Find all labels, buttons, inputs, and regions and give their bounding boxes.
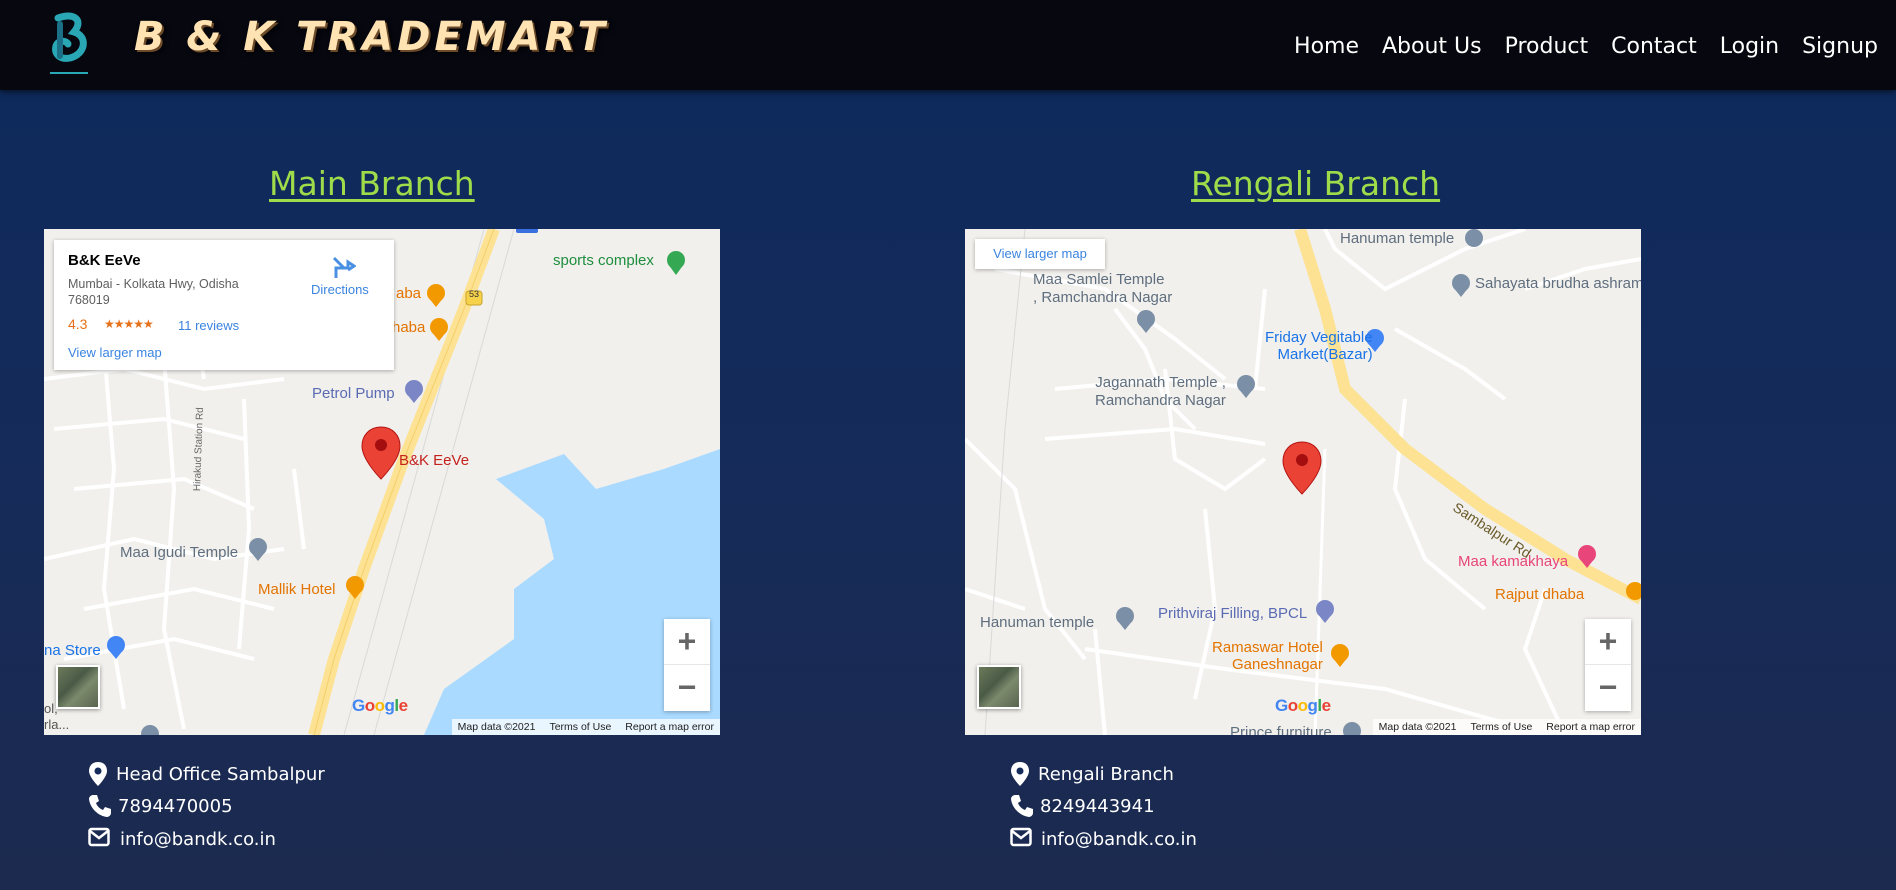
nav-product[interactable]: Product bbox=[1505, 34, 1589, 59]
nav-signup[interactable]: Signup bbox=[1802, 34, 1878, 59]
map-footer: Map data ©2021 Terms of Use Report a map… bbox=[451, 719, 720, 735]
report-error-link[interactable]: Report a map error bbox=[1546, 719, 1635, 735]
map-footer: Map data ©2021 Terms of Use Report a map… bbox=[1372, 719, 1641, 735]
map-label: Prithviraj Filling, BPCL bbox=[1158, 605, 1308, 622]
map-label: aba bbox=[396, 285, 422, 302]
directions-link[interactable]: Directions bbox=[311, 282, 369, 297]
view-larger-map-link[interactable]: View larger map bbox=[68, 345, 162, 360]
map-label: Friday Vegitable Market(Bazar) bbox=[1265, 329, 1373, 363]
phone-icon bbox=[88, 794, 111, 817]
phone-text[interactable]: 8249443941 bbox=[1040, 796, 1155, 817]
zoom-out-button[interactable]: − bbox=[664, 665, 710, 711]
map-label: Rajput dhaba bbox=[1495, 586, 1585, 603]
zoom-in-button[interactable]: + bbox=[1585, 619, 1631, 665]
map-label: Hanuman temple bbox=[1340, 230, 1455, 247]
main-branch-map[interactable]: sports complex aba haba 53 Petrol Pump B… bbox=[44, 229, 720, 735]
map-label: Maa Igudi Temple bbox=[120, 544, 239, 561]
map-label: Ramaswar Hotel Ganeshnagar bbox=[1212, 639, 1323, 673]
envelope-icon bbox=[1010, 827, 1032, 849]
map-label: Jagannath Temple , Ramchandra Nagar bbox=[1095, 374, 1226, 409]
map-label: Maa kamakhaya bbox=[1458, 553, 1569, 570]
view-larger-map-link[interactable]: View larger map bbox=[975, 239, 1105, 269]
envelope-icon bbox=[88, 827, 110, 849]
map-data-text: Map data ©2021 bbox=[1378, 721, 1457, 733]
zoom-controls: + − bbox=[664, 619, 710, 711]
map-label: rla... bbox=[44, 717, 70, 732]
rengali-branch-title: Rengali Branch bbox=[1191, 164, 1441, 203]
zoom-controls: + − bbox=[1585, 619, 1631, 711]
satellite-view-toggle[interactable] bbox=[977, 665, 1021, 709]
map-label: 53 bbox=[469, 289, 480, 299]
phone-icon bbox=[1010, 794, 1033, 817]
terms-link[interactable]: Terms of Use bbox=[549, 719, 611, 735]
report-error-link[interactable]: Report a map error bbox=[625, 719, 714, 735]
map-label: na Store bbox=[44, 642, 101, 659]
place-rating: 4.3 bbox=[68, 316, 88, 332]
nav-home[interactable]: Home bbox=[1294, 34, 1359, 59]
zoom-in-button[interactable]: + bbox=[664, 619, 710, 665]
map-label: sports complex bbox=[553, 252, 654, 269]
map-label: Prince furniture bbox=[1230, 724, 1332, 735]
map-label: Hanuman temple bbox=[980, 614, 1095, 631]
brand-name[interactable]: B & K TRADEMART bbox=[134, 14, 609, 60]
nav-login[interactable]: Login bbox=[1720, 34, 1779, 59]
map-data-text: Map data ©2021 bbox=[457, 721, 536, 733]
site-header: B & K TRADEMART Home About Us Product Co… bbox=[0, 0, 1896, 90]
place-info-card: B&K EeVe Mumbai - Kolkata Hwy, Odisha 76… bbox=[54, 240, 394, 370]
rengali-branch-map[interactable]: Hanuman temple Sahayata brudha ashram Ma… bbox=[965, 229, 1641, 735]
place-address: Mumbai - Kolkata Hwy, Odisha 768019 bbox=[68, 277, 239, 307]
terms-link[interactable]: Terms of Use bbox=[1470, 719, 1532, 735]
satellite-view-toggle[interactable] bbox=[56, 665, 100, 709]
map-label: Sahayata brudha ashram bbox=[1475, 275, 1641, 292]
nav-about-us[interactable]: About Us bbox=[1382, 34, 1482, 59]
zoom-out-button[interactable]: − bbox=[1585, 665, 1631, 711]
map-label: Mallik Hotel bbox=[258, 581, 336, 598]
map-label: haba bbox=[392, 319, 426, 336]
email-text[interactable]: info@bandk.co.in bbox=[1041, 829, 1197, 850]
reviews-link[interactable]: 11 reviews bbox=[178, 318, 239, 333]
main-branch-title: Main Branch bbox=[269, 164, 475, 203]
google-logo: Google bbox=[352, 696, 408, 715]
map-label: Maa Samlei Temple , Ramchandra Nagar bbox=[1033, 271, 1173, 306]
nav-contact[interactable]: Contact bbox=[1611, 34, 1697, 59]
location-text: Rengali Branch bbox=[1038, 764, 1174, 785]
map-label: B&K EeVe bbox=[399, 452, 470, 469]
phone-text[interactable]: 7894470005 bbox=[118, 796, 233, 817]
bk-logo-icon[interactable] bbox=[44, 10, 94, 80]
directions-icon[interactable] bbox=[330, 254, 356, 280]
map-marker-icon bbox=[1010, 762, 1032, 786]
main-nav: Home About Us Product Contact Login Sign… bbox=[1271, 34, 1878, 59]
map-marker-icon bbox=[88, 762, 110, 786]
email-text[interactable]: info@bandk.co.in bbox=[120, 829, 276, 850]
rating-stars-icon: ★★★★★ bbox=[104, 317, 154, 331]
location-text: Head Office Sambalpur bbox=[116, 764, 325, 785]
map-label: Petrol Pump bbox=[312, 385, 395, 402]
place-name: B&K EeVe bbox=[68, 252, 141, 269]
google-logo: Google bbox=[1275, 696, 1331, 715]
